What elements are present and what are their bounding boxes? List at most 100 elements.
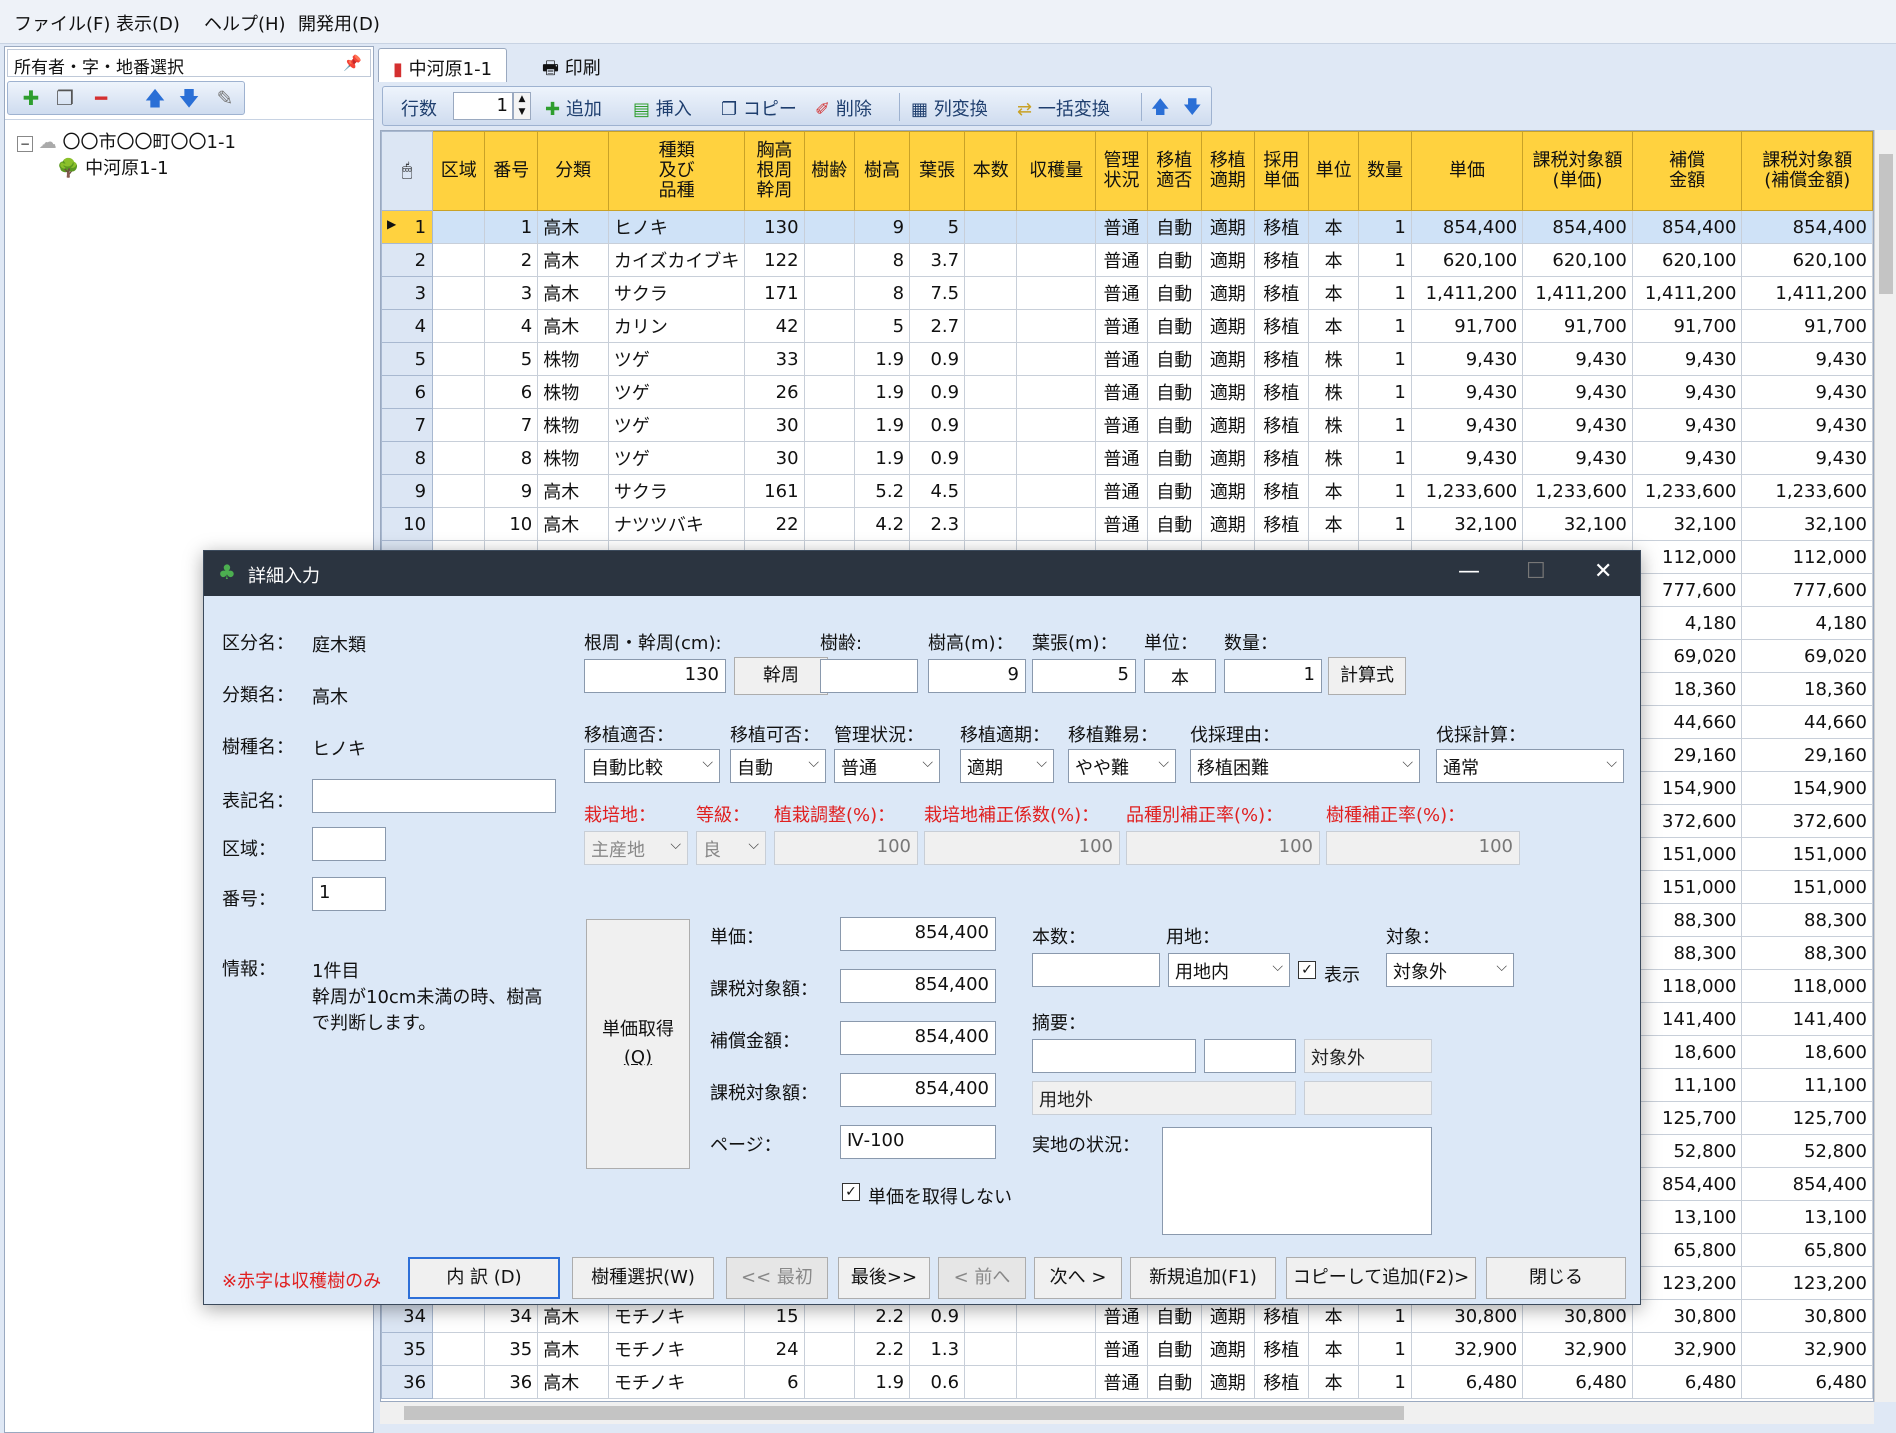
table-cell[interactable]: 44,660 (1631, 705, 1743, 739)
table-cell[interactable] (432, 408, 486, 442)
get-price-button[interactable]: 単価取得 (Q) (586, 919, 690, 1169)
unit-price-input[interactable]: 854,400 (840, 917, 996, 951)
table-cell[interactable]: 高木 (537, 276, 609, 310)
season-select[interactable]: 適期 ⌵ (960, 749, 1054, 783)
column-convert-button[interactable]: ▦ 列変換 (911, 95, 988, 121)
table-cell[interactable]: ナツツバキ (607, 507, 746, 541)
table-cell[interactable] (1016, 243, 1097, 277)
table-cell[interactable] (432, 474, 486, 508)
table-cell[interactable] (1016, 210, 1097, 244)
column-header[interactable]: 区域 (432, 131, 486, 211)
difficulty-select[interactable]: やや難 ⌵ (1068, 749, 1176, 783)
scroll-thumb[interactable] (1879, 154, 1893, 294)
collapse-icon[interactable]: − (17, 136, 34, 152)
table-cell[interactable] (1016, 474, 1097, 508)
table-cell[interactable]: 18,360 (1631, 672, 1743, 706)
copy-node-icon[interactable]: ❐ (52, 86, 78, 110)
table-cell[interactable]: 1,411,200 (1741, 276, 1873, 310)
table-cell[interactable]: 普通 (1095, 342, 1148, 376)
table-cell[interactable]: 1,411,200 (1631, 276, 1743, 310)
table-cell[interactable]: 適期 (1200, 1332, 1256, 1366)
land-select[interactable]: 用地内 ⌵ (1168, 953, 1290, 987)
table-cell[interactable]: 1.9 (853, 408, 911, 442)
table-cell[interactable]: 0.9 (909, 408, 966, 442)
table-row[interactable]: 5 5 株物 ツゲ 33 1.9 0.9 普通 自動 適期 移植株 1 9,430 9,430 9,430 9… (381, 342, 1873, 376)
table-cell[interactable]: 6,480 (1631, 1365, 1743, 1399)
table-cell[interactable] (803, 309, 855, 343)
table-cell[interactable]: 118,000 (1741, 969, 1873, 1003)
table-cell[interactable]: 4.5 (909, 474, 966, 508)
table-cell[interactable]: 620,100 (1741, 243, 1873, 277)
table-cell[interactable]: 7.5 (909, 276, 966, 310)
close-icon[interactable]: ✕ (1594, 559, 1612, 584)
move-down-icon[interactable]: 🡇 (176, 86, 202, 110)
table-cell[interactable]: 151,000 (1631, 837, 1743, 871)
table-cell[interactable]: 1 (1358, 1365, 1412, 1399)
table-cell[interactable]: 適期 (1200, 342, 1256, 376)
tree-root[interactable]: − ☁ 〇〇市〇〇町〇〇1-1 (17, 128, 236, 154)
table-cell[interactable]: 5.2 (853, 474, 911, 508)
table-cell[interactable]: 普通 (1095, 276, 1148, 310)
column-header[interactable]: 胸高 根周 幹周 (744, 131, 805, 211)
table-cell[interactable]: サクラ (607, 474, 746, 508)
table-cell[interactable]: 9,430 (1522, 408, 1633, 442)
table-cell[interactable]: 161 (744, 474, 805, 508)
table-cell[interactable]: ツゲ (607, 408, 746, 442)
close-button[interactable]: 閉じる (1486, 1257, 1626, 1299)
table-cell[interactable]: 13,100 (1741, 1200, 1873, 1234)
table-cell[interactable]: 高木 (537, 474, 609, 508)
table-cell[interactable]: 1,411,200 (1410, 276, 1524, 310)
column-header[interactable]: 番号 (484, 131, 539, 211)
table-cell[interactable]: 112,000 (1741, 540, 1873, 574)
table-cell[interactable]: 適期 (1200, 507, 1256, 541)
table-cell[interactable]: 125,700 (1631, 1101, 1743, 1135)
column-header[interactable]: 課税対象額 (単価) (1522, 131, 1633, 211)
column-header[interactable]: 数量 (1358, 131, 1412, 211)
table-cell[interactable]: 1 (1358, 375, 1412, 409)
summary-field-1[interactable] (1032, 1039, 1196, 1073)
table-cell[interactable]: 株物 (537, 408, 609, 442)
table-cell[interactable]: 普通 (1095, 1365, 1148, 1399)
table-cell[interactable]: 11,100 (1741, 1068, 1873, 1102)
table-cell[interactable]: 30,800 (1631, 1299, 1743, 1333)
table-cell[interactable]: 9,430 (1410, 375, 1524, 409)
page-input[interactable]: Ⅳ-100 (840, 1125, 996, 1159)
table-cell[interactable] (1016, 375, 1097, 409)
table-cell[interactable]: 125,700 (1741, 1101, 1873, 1135)
table-cell[interactable] (964, 441, 1018, 475)
dialog-titlebar[interactable]: ♣ 詳細入力 — ☐ ✕ (204, 551, 1640, 596)
column-header[interactable]: 収穫量 (1016, 131, 1097, 211)
rows-input[interactable]: 1 (453, 92, 513, 120)
table-row[interactable]: 10 10 高木 ナツツバキ 22 4.2 2.3 普通 自動 適期 移植本 1 32,100 32,10… (381, 507, 1873, 541)
table-cell[interactable] (1016, 1365, 1097, 1399)
summary-field-2[interactable] (1204, 1039, 1296, 1073)
count-input[interactable] (1032, 953, 1160, 987)
table-cell[interactable]: 88,300 (1631, 936, 1743, 970)
table-cell[interactable]: サクラ (607, 276, 746, 310)
table-cell[interactable]: 適期 (1200, 1365, 1256, 1399)
table-cell[interactable]: 8 (853, 276, 911, 310)
table-cell[interactable] (1016, 1332, 1097, 1366)
taxable1-input[interactable]: 854,400 (840, 969, 996, 1003)
bango-input[interactable]: 1 (312, 877, 386, 911)
table-cell[interactable]: 26 (744, 375, 805, 409)
table-cell[interactable] (803, 1332, 855, 1366)
table-cell[interactable]: 6 (744, 1365, 805, 1399)
copy-row-button[interactable]: ❐ コピー (721, 95, 797, 121)
unit-input[interactable]: 本 (1144, 659, 1216, 693)
table-cell[interactable]: 本 (1307, 1365, 1360, 1399)
row-number[interactable]: 4 (381, 309, 434, 343)
table-cell[interactable]: 自動 (1146, 1332, 1202, 1366)
table-row[interactable]: 3 3 高木 サクラ 171 8 7.5 普通 自動 適期 移植本 1 1,411,200 1,411,2… (381, 276, 1873, 310)
table-cell[interactable] (432, 309, 486, 343)
table-cell[interactable]: 151,000 (1741, 870, 1873, 904)
table-cell[interactable]: 3.7 (909, 243, 966, 277)
table-cell[interactable]: 91,700 (1631, 309, 1743, 343)
table-cell[interactable]: 854,400 (1522, 210, 1633, 244)
menu-help[interactable]: ヘルプ(H) (204, 10, 286, 36)
table-cell[interactable]: 18,600 (1631, 1035, 1743, 1069)
table-cell[interactable]: 自動 (1146, 342, 1202, 376)
column-header[interactable]: 葉張 (909, 131, 966, 211)
table-cell[interactable] (803, 276, 855, 310)
table-cell[interactable]: 35 (484, 1332, 539, 1366)
